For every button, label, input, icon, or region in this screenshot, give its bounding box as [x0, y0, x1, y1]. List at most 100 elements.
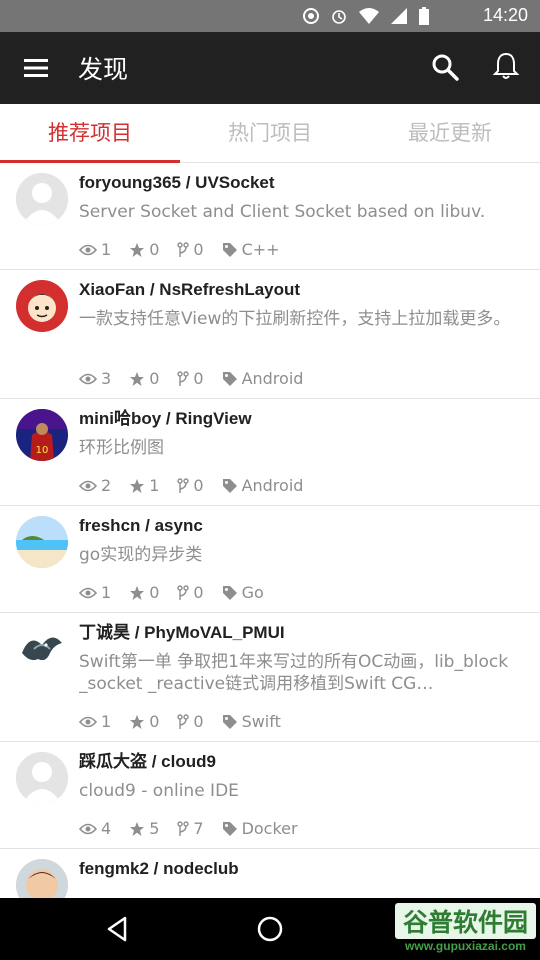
tag-icon [222, 478, 237, 493]
forks-stat: 0 [177, 712, 204, 731]
eye-icon [79, 373, 97, 384]
data-saver-icon [303, 8, 319, 24]
alarm-icon [332, 10, 346, 24]
forks-stat: 0 [177, 476, 204, 495]
avatar[interactable] [16, 623, 68, 675]
avatar[interactable] [16, 859, 68, 898]
watchers-stat: 1 [79, 583, 111, 602]
back-icon[interactable] [103, 914, 133, 944]
menu-icon[interactable] [22, 54, 50, 82]
tag-icon [222, 371, 237, 386]
avatar[interactable] [16, 516, 68, 568]
list-item[interactable]: foryoung365 / UVSocket Server Socket and… [0, 163, 540, 270]
language-stat: Docker [222, 819, 298, 838]
tag-icon [222, 242, 237, 257]
star-icon [130, 242, 145, 257]
wifi-icon [359, 8, 379, 24]
watchers-stat: 2 [79, 476, 111, 495]
repo-description: cloud9 - online IDE [79, 781, 239, 801]
forks-count: 0 [193, 583, 204, 602]
language-label: Go [241, 583, 264, 602]
forks-count: 0 [193, 476, 204, 495]
stars-stat: 0 [129, 240, 159, 259]
stars-stat: 0 [129, 369, 159, 388]
list-item[interactable]: 踩瓜大盗 / cloud9 cloud9 - online IDE 4 5 7 … [0, 742, 540, 849]
tag-icon [222, 585, 237, 600]
forks-stat: 0 [177, 240, 204, 259]
list-item[interactable]: fengmk2 / nodeclub [0, 849, 540, 898]
search-icon[interactable] [430, 52, 460, 82]
language-stat: Android [222, 369, 304, 388]
repo-list[interactable]: foryoung365 / UVSocket Server Socket and… [0, 163, 540, 898]
forks-count: 0 [193, 240, 204, 259]
signal-icon [391, 8, 407, 24]
language-label: Docker [241, 819, 298, 838]
watchers-count: 4 [101, 819, 112, 838]
stars-stat: 0 [129, 712, 159, 731]
forks-count: 0 [193, 712, 204, 731]
stars-stat: 1 [129, 476, 159, 495]
bell-icon[interactable] [490, 50, 522, 82]
watchers-count: 1 [101, 240, 112, 259]
star-icon [130, 478, 145, 493]
stars-count: 0 [149, 369, 160, 388]
stars-stat: 0 [129, 583, 159, 602]
watermark-url: www.gupuxiazai.com [405, 939, 526, 953]
eye-icon [79, 244, 97, 255]
star-icon [130, 821, 145, 836]
repo-description: Server Socket and Client Socket based on… [79, 202, 486, 222]
star-icon [130, 585, 145, 600]
list-item[interactable]: 10 mini哈boy / RingView 环形比例图 2 1 0 Andro… [0, 399, 540, 506]
fork-icon [177, 713, 190, 729]
repo-title[interactable]: freshcn / async [79, 514, 520, 538]
list-item[interactable]: 丁诚昊 / PhyMoVAL_PMUI Swift第一单 争取把1年来写过的所有… [0, 613, 540, 742]
language-stat: Go [222, 583, 264, 602]
stars-count: 1 [149, 476, 160, 495]
fork-icon [177, 477, 190, 493]
watermark: 谷普软件园 www.gupuxiazai.com [394, 903, 536, 953]
repo-description: go实现的异步类 [79, 545, 203, 565]
avatar[interactable]: 10 [16, 409, 68, 461]
repo-title[interactable]: 丁诚昊 / PhyMoVAL_PMUI [79, 621, 520, 645]
language-label: Android [241, 476, 304, 495]
language-label: Swift [241, 712, 281, 731]
forks-stat: 7 [177, 819, 204, 838]
home-icon[interactable] [255, 914, 285, 944]
tab-recent[interactable]: 最近更新 [360, 104, 540, 162]
repo-description: Swift第一单 争取把1年来写过的所有OC动画，lib_block _sock… [79, 652, 509, 694]
eye-icon [79, 823, 97, 834]
stars-count: 5 [149, 819, 160, 838]
watchers-stat: 4 [79, 819, 111, 838]
eye-icon [79, 716, 97, 727]
repo-title[interactable]: mini哈boy / RingView [79, 407, 520, 431]
fork-icon [177, 820, 190, 836]
stars-stat: 5 [129, 819, 159, 838]
repo-description: 环形比例图 [79, 438, 164, 458]
language-label: Android [241, 369, 304, 388]
svg-text:10: 10 [36, 445, 49, 456]
forks-stat: 0 [177, 369, 204, 388]
tab-bar: 推荐项目 热门项目 最近更新 [0, 104, 540, 163]
fork-icon [177, 584, 190, 600]
tab-recommended[interactable]: 推荐项目 [0, 104, 180, 162]
system-nav-bar: 谷普软件园 www.gupuxiazai.com [0, 898, 540, 960]
watchers-count: 2 [101, 476, 112, 495]
page-title: 发现 [78, 55, 129, 84]
fork-icon [177, 370, 190, 386]
list-item[interactable]: XiaoFan / NsRefreshLayout 一款支持任意View的下拉刷… [0, 270, 540, 399]
watchers-count: 1 [101, 712, 112, 731]
tag-icon [222, 821, 237, 836]
list-item[interactable]: freshcn / async go实现的异步类 1 0 0 Go [0, 506, 540, 613]
avatar[interactable] [16, 752, 68, 804]
eye-icon [79, 587, 97, 598]
stars-count: 0 [149, 712, 160, 731]
avatar[interactable] [16, 173, 68, 225]
language-label: C++ [241, 240, 280, 259]
tab-popular[interactable]: 热门项目 [180, 104, 360, 162]
repo-title[interactable]: 踩瓜大盗 / cloud9 [79, 750, 520, 774]
watchers-count: 3 [101, 369, 112, 388]
repo-title[interactable]: fengmk2 / nodeclub [79, 857, 520, 881]
repo-title[interactable]: foryoung365 / UVSocket [79, 171, 520, 195]
repo-title[interactable]: XiaoFan / NsRefreshLayout [79, 278, 520, 302]
avatar[interactable] [16, 280, 68, 332]
